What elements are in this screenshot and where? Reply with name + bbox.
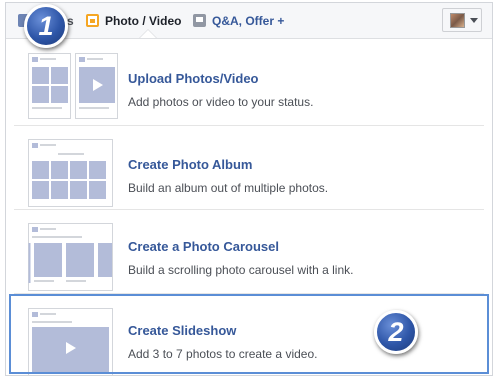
menu-item-upload-photos-video[interactable]: Upload Photos/Video Add photos or video … [6, 40, 492, 124]
tab-qa-offer-label: Q&A, Offer + [212, 13, 285, 28]
photo-icon [86, 14, 99, 27]
tab-qa-offer[interactable]: Q&A, Offer + [193, 3, 284, 38]
tab-photo-video[interactable]: Photo / Video [86, 3, 181, 38]
step-badge-1: 1 [24, 4, 68, 48]
active-tab-pointer [140, 30, 156, 38]
avatar [450, 12, 465, 28]
menu-item-create-slideshow[interactable]: Create Slideshow Add 3 to 7 photos to cr… [6, 295, 492, 378]
slideshow-title: Create Slideshow [128, 323, 237, 338]
photo-carousel-description: Build a scrolling photo carousel with a … [128, 263, 354, 277]
audience-selector-button[interactable] [442, 8, 482, 32]
composer-panel: Status Photo / Video Q&A, Offer + [5, 2, 493, 376]
menu-divider [14, 293, 484, 294]
photo-carousel-title: Create a Photo Carousel [128, 239, 279, 254]
chevron-down-icon [470, 17, 478, 23]
menu-item-create-photo-carousel[interactable]: Create a Photo Carousel Build a scrollin… [6, 210, 492, 294]
step-badge-2: 2 [374, 310, 418, 354]
upload-photos-title: Upload Photos/Video [128, 71, 259, 86]
slideshow-description: Add 3 to 7 photos to create a video. [128, 347, 318, 361]
photo-album-description: Build an album out of multiple photos. [128, 181, 329, 195]
menu-item-create-photo-album[interactable]: Create Photo Album Build an album out of… [6, 126, 492, 210]
photo-carousel-thumbnail-icon [28, 223, 113, 291]
photo-album-thumbnail-icon [28, 139, 113, 207]
slideshow-thumbnail-icon [28, 308, 113, 376]
qa-icon [193, 14, 206, 27]
upload-photos-thumbnail-icon [28, 53, 118, 119]
composer-tab-bar: Status Photo / Video Q&A, Offer + [6, 3, 492, 39]
photo-album-title: Create Photo Album [128, 157, 253, 172]
upload-photos-description: Add photos or video to your status. [128, 95, 314, 109]
tab-photo-video-label: Photo / Video [105, 13, 182, 28]
